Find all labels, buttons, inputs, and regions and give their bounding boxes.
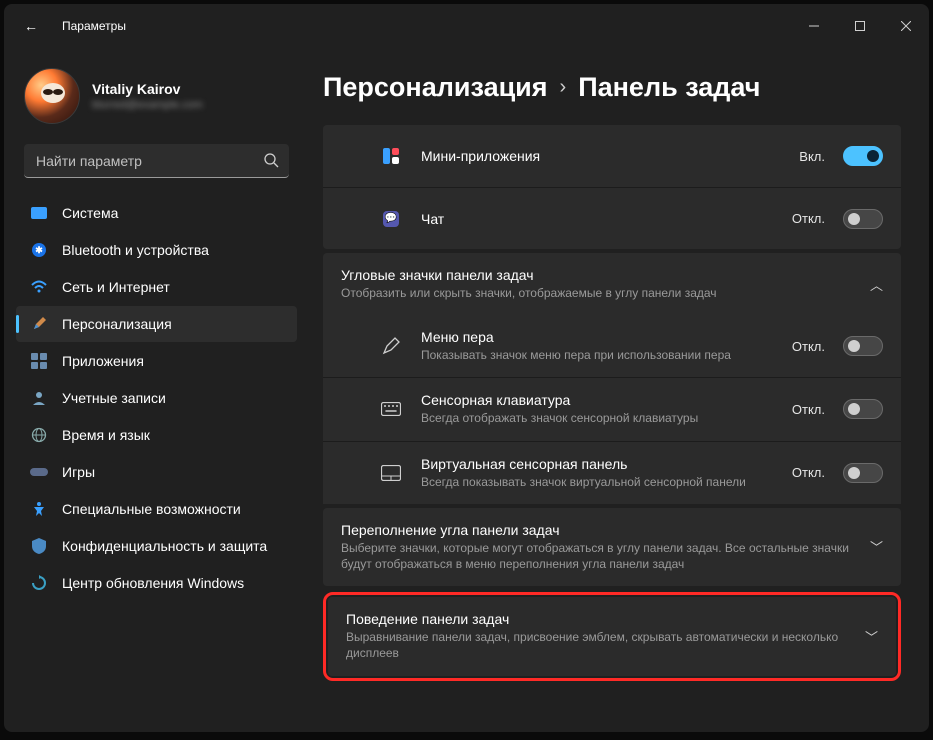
pen-icon [379,334,403,358]
nav-personalization[interactable]: Персонализация [16,306,297,342]
breadcrumb-parent[interactable]: Персонализация [323,72,548,103]
bluetooth-icon: ✱ [30,241,48,259]
row-virtual-touchpad: Виртуальная сенсорная панель Всегда пока… [323,441,901,504]
avatar [24,68,80,124]
main-content: Персонализация › Панель задач Мини-прило… [309,48,929,732]
user-icon [30,389,48,407]
toggle-state: Откл. [792,211,825,226]
nav-label: Bluetooth и устройства [62,242,209,258]
widgets-toggle[interactable] [843,146,883,166]
row-sub: Всегда показывать значок виртуальной сен… [421,474,774,490]
chevron-down-icon: ﹀ [865,627,878,646]
nav-apps[interactable]: Приложения [16,343,297,379]
minimize-button[interactable] [791,4,837,48]
profile[interactable]: Vitaliy Kairov blurred@example.com [12,56,301,136]
nav: Система ✱ Bluetooth и устройства Сеть и … [12,194,301,602]
toggle-state: Откл. [792,402,825,417]
nav-accounts[interactable]: Учетные записи [16,380,297,416]
corner-overflow-expander[interactable]: Переполнение угла панели задач Выберите … [323,508,901,586]
nav-label: Персонализация [62,316,172,332]
row-title: Сенсорная клавиатура [421,392,774,408]
corner-icons-expander: Угловые значки панели задач Отобразить и… [323,253,901,504]
chevron-right-icon: › [560,76,567,99]
accessibility-icon [30,500,48,518]
profile-email: blurred@example.com [92,99,203,111]
row-title: Виртуальная сенсорная панель [421,456,774,472]
nav-label: Сеть и Интернет [62,279,170,295]
touch-keyboard-toggle[interactable] [843,399,883,419]
corner-icons-header[interactable]: Угловые значки панели задач Отобразить и… [323,253,901,315]
titlebar: ← Параметры [4,4,929,48]
virtual-touchpad-toggle[interactable] [843,463,883,483]
nav-label: Специальные возможности [62,501,241,517]
expander-sub: Отобразить или скрыть значки, отображаем… [341,285,858,301]
row-title: Мини-приложения [421,148,781,164]
keyboard-icon [379,397,403,421]
row-touch-keyboard: Сенсорная клавиатура Всегда отображать з… [323,377,901,440]
search-input[interactable] [24,144,289,178]
maximize-button[interactable] [837,4,883,48]
search [24,144,289,178]
window-title: Параметры [62,19,791,33]
chat-icon: 💬 [379,207,403,231]
wifi-icon [30,278,48,296]
row-sub: Всегда отображать значок сенсорной клави… [421,410,774,426]
expander-sub: Выберите значки, которые могут отображат… [341,540,858,572]
expander-title: Переполнение угла панели задач [341,522,858,538]
row-sub: Показывать значок меню пера при использо… [421,347,774,363]
breadcrumb: Персонализация › Панель задач [323,72,901,103]
touchpad-icon [379,461,403,485]
nav-system[interactable]: Система [16,195,297,231]
nav-label: Центр обновления Windows [62,575,244,591]
row-chat: 💬 Чат Откл. [323,187,901,249]
profile-name: Vitaliy Kairov [92,81,203,97]
toggle-state: Откл. [792,339,825,354]
brush-icon [30,315,48,333]
chevron-up-icon: ︿ [870,275,883,294]
nav-label: Игры [62,464,95,480]
globe-icon [30,426,48,444]
close-button[interactable] [883,4,929,48]
nav-bluetooth[interactable]: ✱ Bluetooth и устройства [16,232,297,268]
row-title: Чат [421,211,774,227]
gaming-icon [30,463,48,481]
system-icon [30,204,48,222]
window-controls [791,4,929,48]
nav-label: Приложения [62,353,144,369]
widgets-icon [379,144,403,168]
back-button[interactable]: ← [24,18,38,34]
row-title: Меню пера [421,329,774,345]
shield-icon [30,537,48,555]
nav-label: Время и язык [62,427,150,443]
nav-time-language[interactable]: Время и язык [16,417,297,453]
nav-label: Учетные записи [62,390,166,406]
taskbar-behavior-expander[interactable]: Поведение панели задач Выравнивание пане… [328,597,896,675]
nav-privacy[interactable]: Конфиденциальность и защита [16,528,297,564]
toggle-state: Откл. [792,465,825,480]
nav-network[interactable]: Сеть и Интернет [16,269,297,305]
page-title: Панель задач [578,72,760,103]
sidebar: Vitaliy Kairov blurred@example.com Систе… [4,48,309,732]
chat-toggle[interactable] [843,209,883,229]
nav-label: Конфиденциальность и защита [62,538,267,554]
row-widgets: Мини-приложения Вкл. [323,125,901,187]
nav-accessibility[interactable]: Специальные возможности [16,491,297,527]
chevron-down-icon: ﹀ [870,537,883,556]
pen-toggle[interactable] [843,336,883,356]
update-icon [30,574,48,592]
toggle-state: Вкл. [799,149,825,164]
nav-gaming[interactable]: Игры [16,454,297,490]
expander-title: Угловые значки панели задач [341,267,858,283]
expander-sub: Выравнивание панели задач, присвоение эм… [346,629,853,661]
highlight-annotation: Поведение панели задач Выравнивание пане… [323,592,901,680]
nav-label: Система [62,205,118,221]
row-pen-menu: Меню пера Показывать значок меню пера пр… [323,315,901,377]
expander-title: Поведение панели задач [346,611,853,627]
search-icon [263,152,279,171]
apps-icon [30,352,48,370]
taskbar-items-card: Мини-приложения Вкл. 💬 Чат Откл. [323,125,901,249]
nav-windows-update[interactable]: Центр обновления Windows [16,565,297,601]
